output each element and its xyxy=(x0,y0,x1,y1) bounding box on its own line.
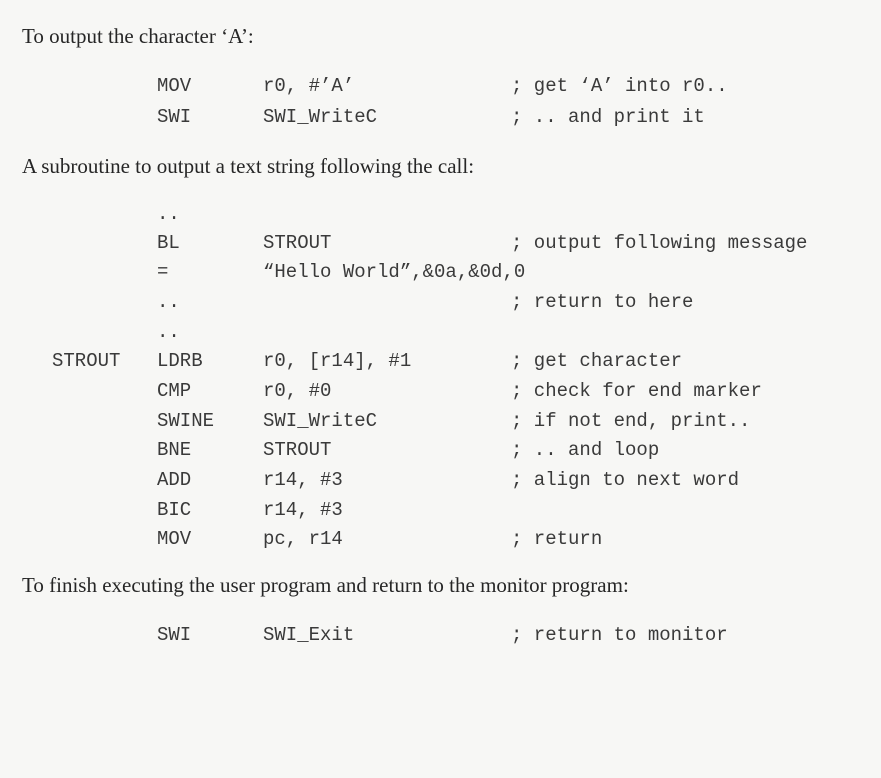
code-opcode: .. xyxy=(157,321,180,343)
code-line: .. xyxy=(0,319,881,345)
code-operands: “Hello World”,&0a,&0d,0 xyxy=(263,261,526,283)
code-operands: SWI_Exit xyxy=(263,624,355,646)
code-comment: ; if not end, print.. xyxy=(511,410,751,432)
code-line: .. ; return to here xyxy=(0,289,881,315)
intro-paragraph-subroutine: A subroutine to output a text string fol… xyxy=(22,154,475,178)
code-opcode: SWI xyxy=(157,624,192,646)
code-operands: r0, [r14], #1 xyxy=(263,350,412,372)
code-opcode: .. xyxy=(157,291,180,313)
code-operands: STROUT xyxy=(263,232,332,254)
code-operands: r0, #0 xyxy=(263,380,332,402)
code-line: MOV pc, r14 ; return xyxy=(0,526,881,552)
intro-paragraph-output-char: To output the character ‘A’: xyxy=(22,24,254,48)
code-label: STROUT xyxy=(52,350,121,372)
code-operands: r0, #’A’ xyxy=(263,75,355,97)
code-opcode: CMP xyxy=(157,380,192,402)
code-opcode: MOV xyxy=(157,528,192,550)
code-opcode: BIC xyxy=(157,499,192,521)
code-opcode: SWI xyxy=(157,106,192,128)
code-operands: r14, #3 xyxy=(263,499,343,521)
code-opcode: ADD xyxy=(157,469,192,491)
code-operands: pc, r14 xyxy=(263,528,343,550)
intro-paragraph-exit: To finish executing the user program and… xyxy=(22,573,629,597)
code-opcode: .. xyxy=(157,203,180,225)
code-comment: ; align to next word xyxy=(511,469,740,491)
code-line: = “Hello World”,&0a,&0d,0 xyxy=(0,259,881,285)
code-line: SWI SWI_Exit ; return to monitor xyxy=(0,622,881,648)
code-line: STROUT LDRB r0, [r14], #1 ; get characte… xyxy=(0,348,881,374)
code-comment: ; return xyxy=(511,528,603,550)
code-opcode: MOV xyxy=(157,75,192,97)
code-comment: ; output following message xyxy=(511,232,808,254)
code-line: BIC r14, #3 xyxy=(0,497,881,523)
code-line: BNE STROUT ; .. and loop xyxy=(0,437,881,463)
code-line: ADD r14, #3 ; align to next word xyxy=(0,467,881,493)
code-line: MOV r0, #’A’ ; get ‘A’ into r0.. xyxy=(0,73,881,99)
code-opcode: BL xyxy=(157,232,180,254)
code-opcode: BNE xyxy=(157,439,192,461)
code-line: SWINE SWI_WriteC ; if not end, print.. xyxy=(0,408,881,434)
code-operands: SWI_WriteC xyxy=(263,410,378,432)
code-comment: ; get ‘A’ into r0.. xyxy=(511,75,728,97)
code-comment: ; .. and loop xyxy=(511,439,660,461)
code-comment: ; check for end marker xyxy=(511,380,762,402)
code-opcode: LDRB xyxy=(157,350,203,372)
code-opcode: = xyxy=(157,261,169,283)
code-comment: ; return to here xyxy=(511,291,694,313)
code-line: CMP r0, #0 ; check for end marker xyxy=(0,378,881,404)
code-opcode: SWINE xyxy=(157,410,215,432)
code-line: BL STROUT ; output following message xyxy=(0,230,881,256)
code-operands: r14, #3 xyxy=(263,469,343,491)
code-line: .. xyxy=(0,201,881,227)
code-comment: ; get character xyxy=(511,350,683,372)
code-comment: ; .. and print it xyxy=(511,106,705,128)
code-line: SWI SWI_WriteC ; .. and print it xyxy=(0,104,881,130)
code-operands: STROUT xyxy=(263,439,332,461)
code-operands: SWI_WriteC xyxy=(263,106,378,128)
code-comment: ; return to monitor xyxy=(511,624,728,646)
